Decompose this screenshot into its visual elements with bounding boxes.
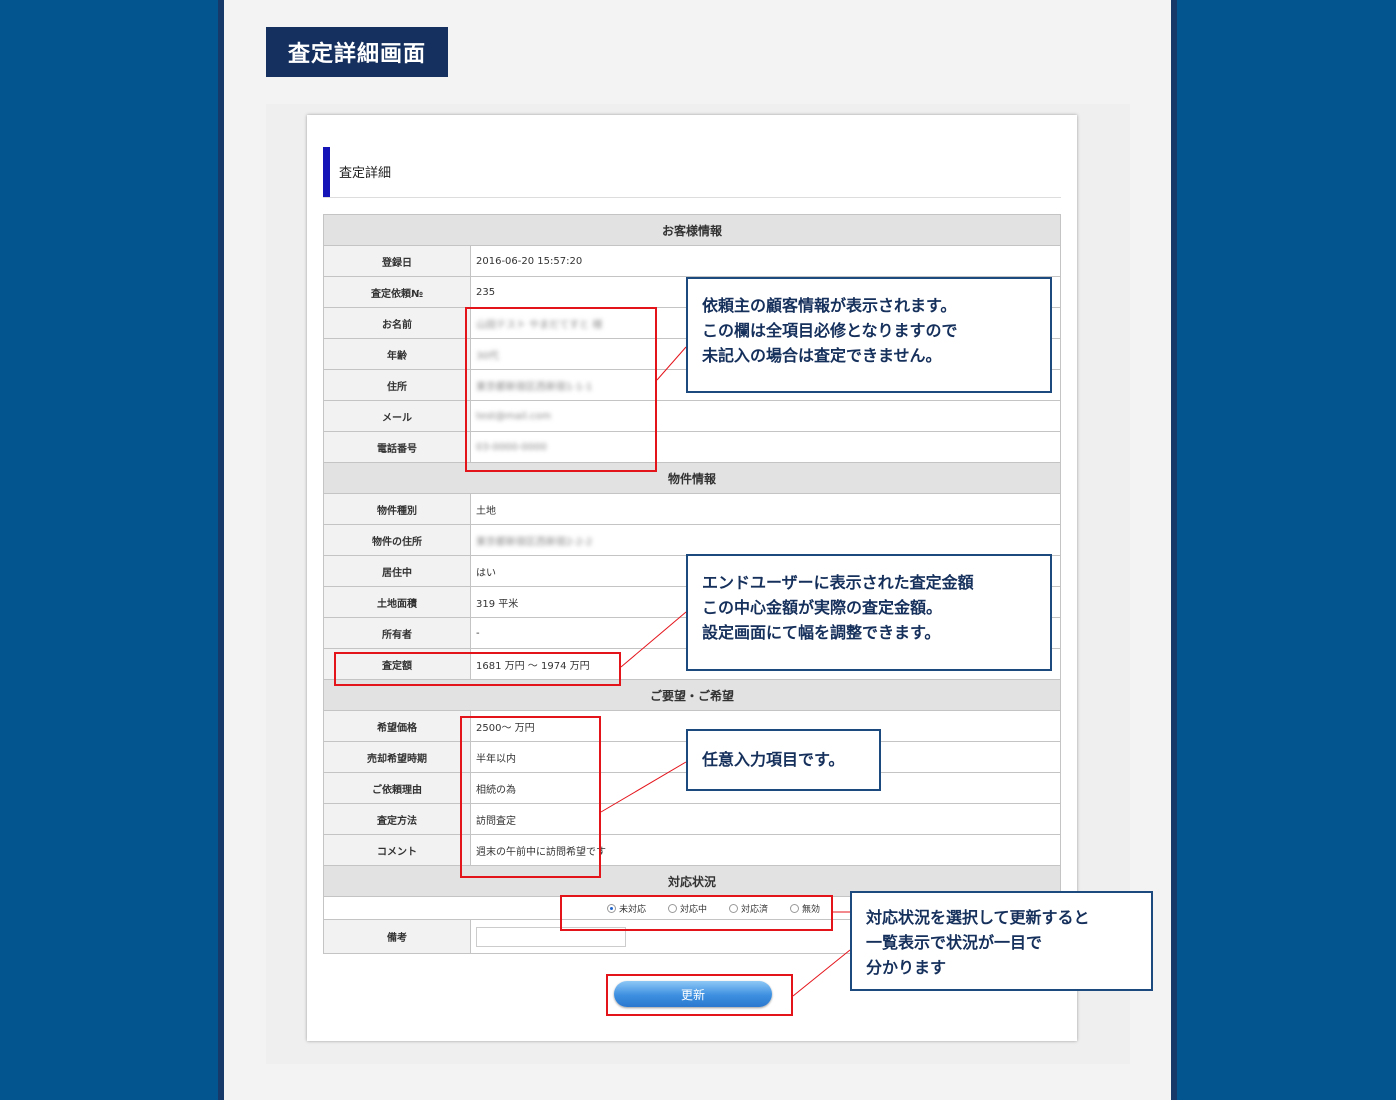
owner-label: 所有者: [323, 617, 471, 649]
right-border: [1171, 0, 1177, 1100]
land-area-label: 土地面積: [323, 586, 471, 618]
customer-info-highlight: [465, 307, 657, 472]
comment-label: コメント: [323, 834, 471, 866]
table-row: 物件の住所 東京都新宿区西新宿2-2-2: [323, 524, 1061, 556]
table-row: 物件種別 土地: [323, 493, 1061, 525]
table-row: コメント 週末の午前中に訪問希望です: [323, 834, 1061, 866]
assessment-method-label: 査定方法: [323, 803, 471, 835]
property-address-label: 物件の住所: [323, 524, 471, 556]
update-button-highlight: [606, 974, 793, 1016]
section-accent-bar: [323, 147, 330, 197]
section-title: 査定詳細: [339, 166, 392, 181]
property-type-label: 物件種別: [323, 493, 471, 525]
table-row: メール test@mail.com: [323, 400, 1061, 432]
registered-date-value: 2016-06-20 15:57:20: [470, 245, 1061, 277]
property-type-value: 土地: [470, 493, 1061, 525]
optional-fields-highlight: [460, 716, 601, 878]
age-label: 年齢: [323, 338, 471, 370]
page-title: 査定詳細画面: [266, 27, 448, 77]
property-info-header: 物件情報: [323, 462, 1061, 494]
customer-info-callout: 依頼主の顧客情報が表示されます。 この欄は全項目必修となりますので 未記入の場合…: [686, 277, 1052, 393]
section-divider: [323, 197, 1061, 198]
assessment-highlight: [334, 652, 621, 686]
request-reason-label: ご依頼理由: [323, 772, 471, 804]
address-label: 住所: [323, 369, 471, 401]
assessment-callout: エンドユーザーに表示された査定金額 この中心金額が実際の査定金額。 設定画面にて…: [686, 554, 1052, 671]
table-row: 登録日 2016-06-20 15:57:20: [323, 245, 1061, 277]
registered-date-label: 登録日: [323, 245, 471, 277]
name-label: お名前: [323, 307, 471, 339]
desired-price-label: 希望価格: [323, 710, 471, 742]
status-highlight: [560, 895, 833, 931]
table-row: 査定方法 訪問査定: [323, 803, 1061, 835]
request-number-label: 査定依頼№: [323, 276, 471, 308]
customer-info-header: お客様情報: [323, 214, 1061, 246]
occupied-label: 居住中: [323, 555, 471, 587]
note-label: 備考: [323, 919, 471, 954]
sale-timing-label: 売却希望時期: [323, 741, 471, 773]
property-address-value: 東京都新宿区西新宿2-2-2: [476, 536, 593, 548]
email-label: メール: [323, 400, 471, 432]
optional-fields-callout: 任意入力項目です。: [686, 729, 881, 791]
table-row: 電話番号 03-0000-0000: [323, 431, 1061, 463]
status-callout: 対応状況を選択して更新すると 一覧表示で状況が一目で 分かります: [850, 891, 1153, 991]
phone-label: 電話番号: [323, 431, 471, 463]
